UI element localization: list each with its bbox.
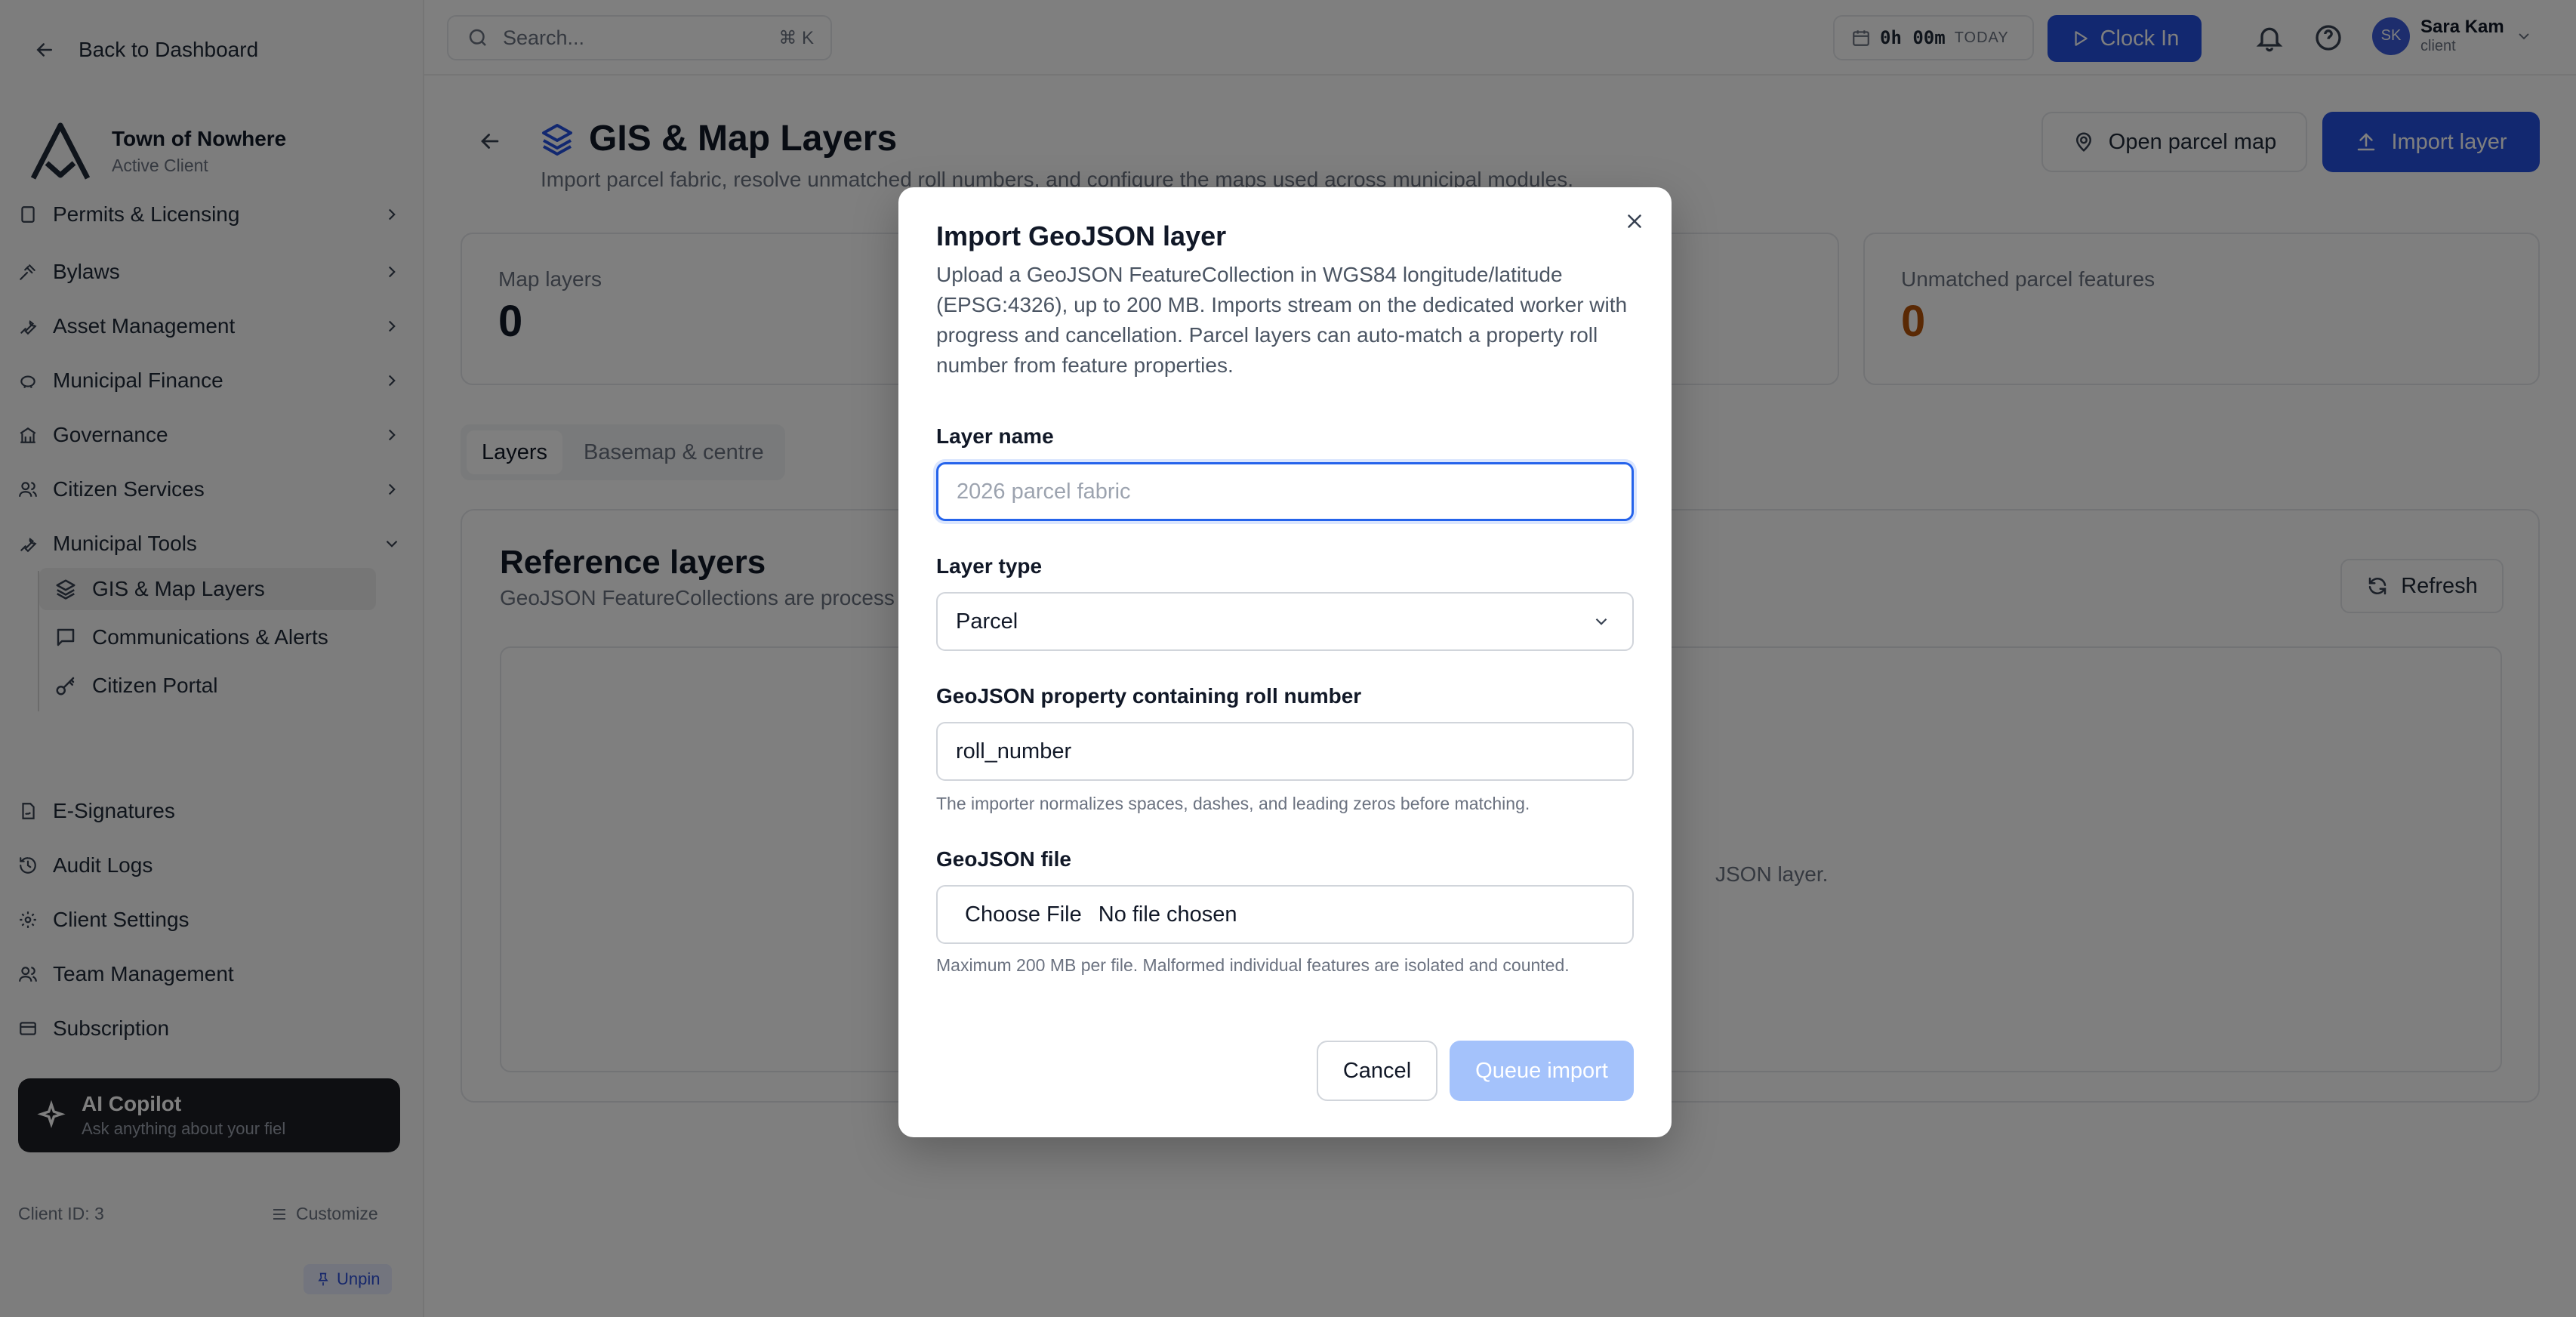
layer-name-label: Layer name — [936, 424, 1054, 448]
choose-file-button[interactable]: Choose File — [965, 902, 1082, 927]
chevron-down-icon — [1595, 618, 1607, 625]
roll-property-label: GeoJSON property containing roll number — [936, 684, 1362, 708]
dialog-description: Upload a GeoJSON FeatureCollection in WG… — [936, 263, 1628, 377]
roll-property-input[interactable] — [936, 722, 1634, 781]
layer-type-select[interactable]: Parcel — [936, 592, 1634, 651]
cancel-button[interactable]: Cancel — [1317, 1041, 1437, 1101]
geojson-file-input[interactable]: Choose File No file chosen — [936, 885, 1634, 944]
roll-property-help: The importer normalizes spaces, dashes, … — [936, 794, 1530, 813]
queue-import-button[interactable]: Queue import — [1450, 1041, 1634, 1101]
file-status: No file chosen — [1098, 902, 1237, 927]
import-geojson-dialog: Import GeoJSON layer Upload a GeoJSON Fe… — [898, 187, 1672, 1137]
dialog-title: Import GeoJSON layer — [936, 221, 1227, 251]
layer-type-label: Layer type — [936, 554, 1043, 578]
layer-name-input[interactable] — [936, 462, 1634, 521]
geojson-file-label: GeoJSON file — [936, 847, 1071, 871]
file-help: Maximum 200 MB per file. Malformed indiv… — [936, 955, 1570, 975]
close-icon[interactable] — [1623, 210, 1646, 233]
layer-type-value: Parcel — [956, 609, 1018, 634]
